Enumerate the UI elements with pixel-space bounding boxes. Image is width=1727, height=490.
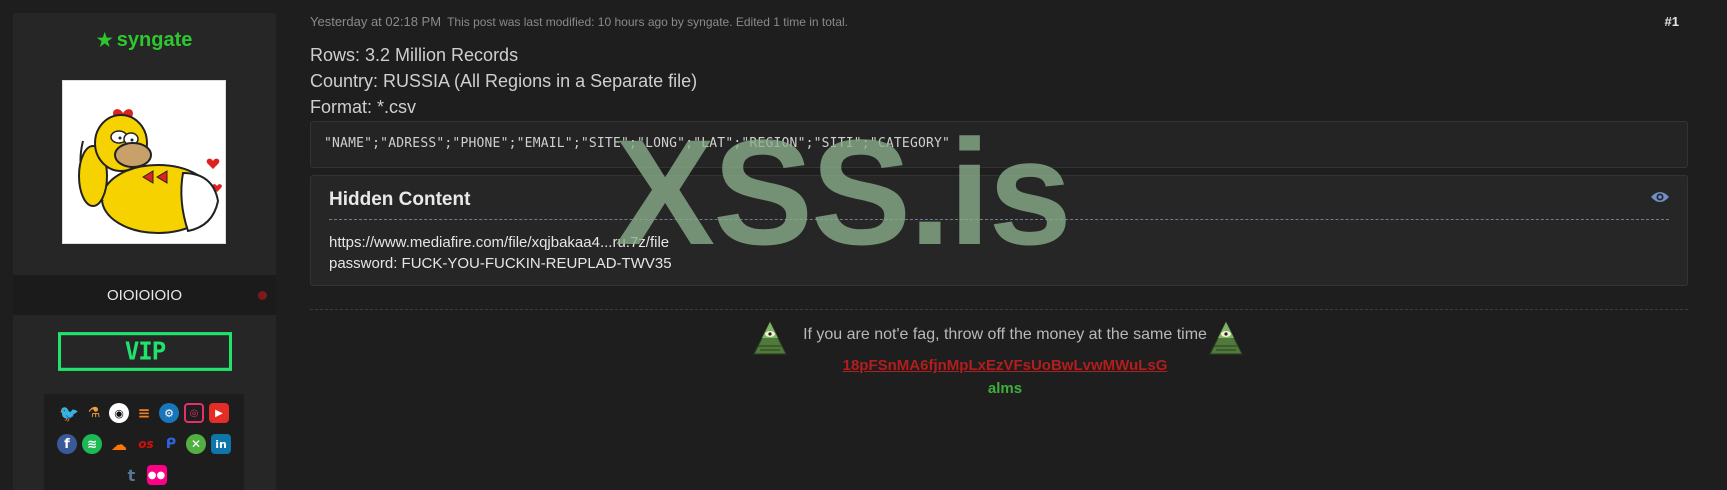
eye-icon[interactable] bbox=[1650, 189, 1670, 205]
pyramid-eye-icon-right bbox=[1209, 320, 1243, 355]
post-meta: Yesterday at 02:18 PM This post was last … bbox=[310, 14, 848, 29]
github-icon[interactable]: ◉ bbox=[109, 403, 129, 423]
playstation-icon[interactable]: ᑭ bbox=[161, 434, 181, 454]
signature-divider bbox=[310, 309, 1688, 310]
alms-label: alms bbox=[987, 380, 1023, 397]
twitter-icon[interactable]: 🐦 bbox=[59, 403, 79, 423]
lastfm-icon[interactable]: os bbox=[136, 434, 156, 454]
user-title: OIOIOIOIO bbox=[106, 287, 182, 304]
avatar[interactable] bbox=[62, 80, 226, 244]
user-title-bar: OIOIOIOIO bbox=[13, 275, 276, 315]
post-line-format: Format: *.csv bbox=[310, 97, 417, 117]
facebook-icon[interactable]: f bbox=[57, 434, 77, 454]
post-line-rows: Rows: 3.2 Million Records bbox=[310, 45, 519, 65]
post-number[interactable]: #1 bbox=[1665, 14, 1679, 29]
hidden-content-title: Hidden Content bbox=[329, 189, 471, 210]
post-line-country: Country: RUSSIA (All Regions in a Separa… bbox=[310, 71, 698, 91]
hidden-download-link[interactable]: https://www.mediafire.com/file/xqjbakaa4… bbox=[329, 234, 669, 251]
post-edit-note: This post was last modified: 10 hours ag… bbox=[447, 15, 848, 29]
social-links: 🐦 ⚗ ◉ ≡ ⚙ ◎ ▶ f ≋ ☁ os ᑭ ✕ in t ●● bbox=[44, 394, 244, 490]
code-text: "NAME";"ADRESS";"PHONE";"EMAIL";"SITE";"… bbox=[324, 136, 951, 151]
homer-avatar-image bbox=[63, 81, 225, 243]
code-block: "NAME";"ADRESS";"PHONE";"EMAIL";"SITE";"… bbox=[310, 121, 1688, 168]
signature-text: If you are not'e fag, throw off the mone… bbox=[803, 326, 1207, 343]
linkedin-icon[interactable]: in bbox=[211, 434, 231, 454]
flickr-icon[interactable]: ●● bbox=[146, 465, 167, 485]
spotify-icon[interactable]: ≋ bbox=[82, 434, 102, 454]
youtube-icon[interactable]: ▶ bbox=[209, 403, 229, 423]
user-panel: ★ syngate OIOIOIOIO VIP 🐦 ⚗ ◉ ≡ ⚙ ◎ ▶ f … bbox=[13, 13, 276, 490]
soundcloud-icon[interactable]: ☁ bbox=[107, 434, 131, 454]
tumblr-icon[interactable]: t bbox=[122, 465, 142, 485]
hidden-content-box: Hidden Content https://www.mediafire.com… bbox=[310, 175, 1688, 286]
post-date[interactable]: Yesterday at 02:18 PM bbox=[310, 14, 441, 29]
username-link[interactable]: ★ syngate bbox=[13, 29, 276, 52]
social-row-2: f ≋ ☁ os ᑭ ✕ in bbox=[44, 434, 244, 454]
steam-icon[interactable]: ⚙ bbox=[159, 403, 179, 423]
social-row-1: 🐦 ⚗ ◉ ≡ ⚙ ◎ ▶ bbox=[44, 403, 244, 423]
instagram-icon[interactable]: ◎ bbox=[184, 403, 204, 423]
username-text: syngate bbox=[116, 29, 193, 51]
star-icon: ★ bbox=[96, 30, 113, 50]
social-row-3: t ●● bbox=[44, 465, 244, 485]
xbox-icon[interactable]: ✕ bbox=[186, 434, 206, 454]
offline-status-dot bbox=[258, 291, 267, 300]
dns-icon[interactable]: ⚗ bbox=[84, 403, 104, 423]
hidden-password: password: FUCK-YOU-FUCKIN-REUPLAD-TWV35 bbox=[329, 255, 672, 272]
stackoverflow-icon[interactable]: ≡ bbox=[134, 403, 154, 423]
wallet-address-link[interactable]: 18pFSnMA6fjnMpLxEzVFsUoBwLvwMWuLsG bbox=[0, 357, 1727, 374]
hidden-content-divider bbox=[329, 219, 1669, 220]
